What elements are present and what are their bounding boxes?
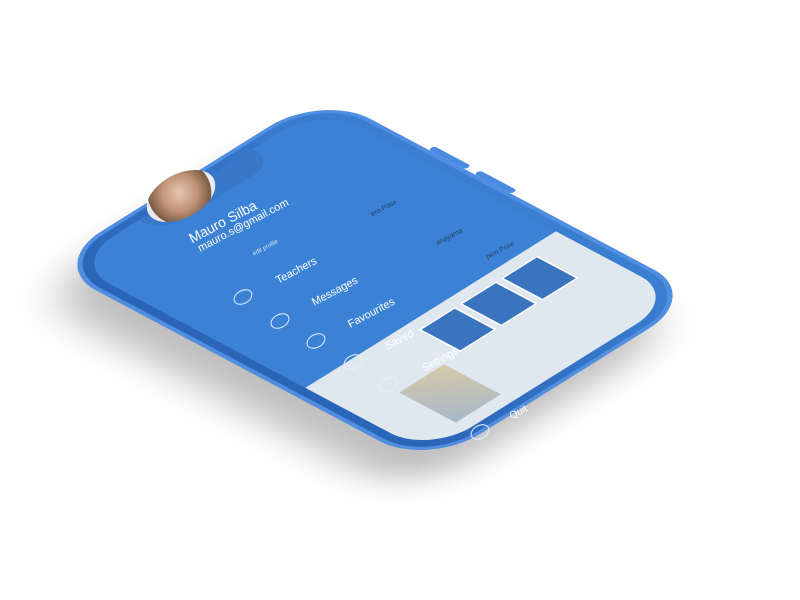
tab-teachers[interactable]: Teachers <box>698 355 731 378</box>
screen <box>70 106 680 454</box>
device-frame <box>48 93 702 467</box>
teacher-photo <box>399 364 501 423</box>
status-time: 9:41 <box>58 187 84 209</box>
background-app <box>305 231 680 454</box>
brand-logo: YOGATIME <box>522 423 611 482</box>
iphone-device <box>30 93 702 499</box>
device-mockup: 9:41 Mauro Silba mauro.s@gmail.com edit … <box>0 0 800 600</box>
